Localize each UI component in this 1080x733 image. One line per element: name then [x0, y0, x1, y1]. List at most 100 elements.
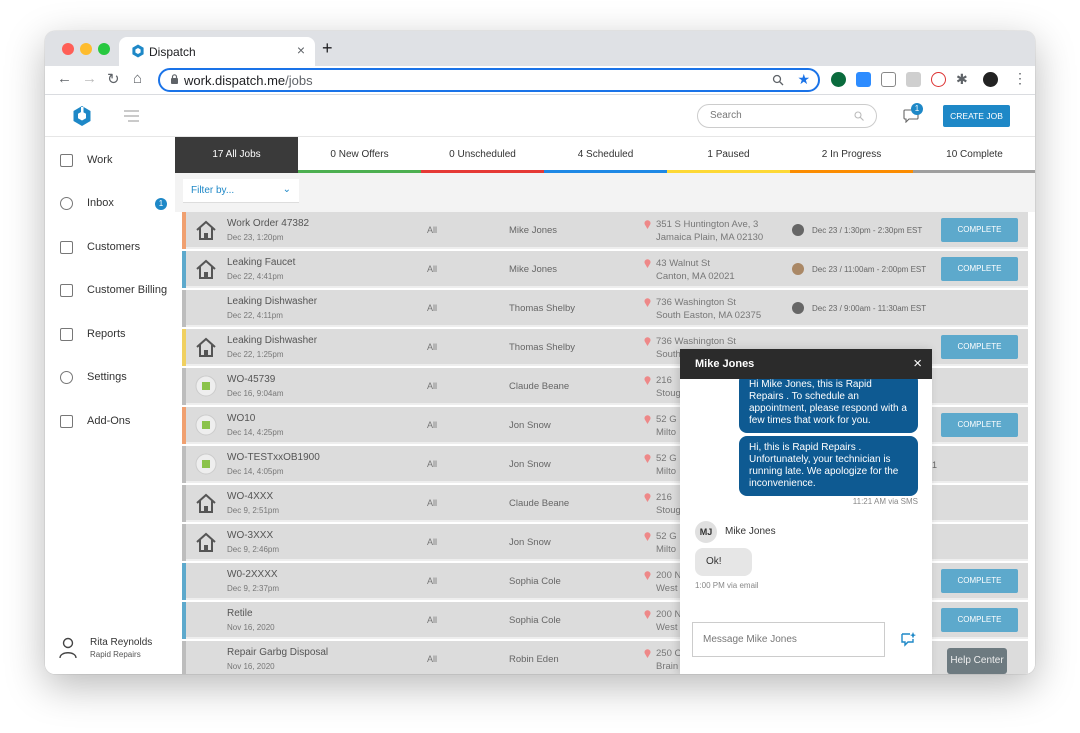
job-technician: Jon Snow [509, 459, 551, 470]
message-placeholder: Message Mike Jones [703, 634, 797, 645]
job-address-line2: Milto [656, 544, 677, 555]
job-schedule: 1 [932, 460, 938, 470]
create-job-button[interactable]: CREATE JOB [943, 105, 1010, 127]
job-scope: All [427, 654, 438, 664]
job-row[interactable]: Work Order 47382 Dec 23, 1:20pm All Mike… [182, 212, 1028, 249]
complete-button[interactable]: COMPLETE [941, 335, 1018, 359]
sidebar: Work Inbox 1 Customers Customer Billing … [45, 137, 175, 674]
job-address-line2: Stoug [656, 388, 681, 399]
job-date: Dec 9, 2:37pm [227, 584, 280, 593]
sidebar-item-customer-billing[interactable]: Customer Billing [45, 276, 175, 306]
chevron-down-icon: ⌄ [282, 184, 291, 195]
reload-icon[interactable]: ↻ [107, 70, 120, 88]
user-avatar-icon [59, 637, 77, 659]
contact-name: Mike Jones [725, 526, 776, 537]
tab-complete[interactable]: 10 Complete [913, 137, 1035, 173]
job-title: Repair Garbg Disposal [227, 647, 329, 658]
tab-scheduled[interactable]: 4 Scheduled [544, 137, 667, 173]
job-technician: Claude Beane [509, 381, 570, 392]
forward-icon[interactable]: → [82, 70, 97, 87]
job-title: Leaking Dishwasher [227, 296, 318, 307]
menu-collapse-icon[interactable] [124, 110, 139, 122]
minimize-window-icon[interactable] [80, 43, 92, 55]
browser-menu-icon[interactable]: ⋮ [1013, 70, 1027, 87]
close-window-icon[interactable] [62, 43, 74, 55]
send-message-icon[interactable] [900, 632, 916, 647]
filter-dropdown[interactable]: Filter by... ⌄ [183, 179, 299, 203]
complete-button[interactable]: COMPLETE [941, 608, 1018, 632]
job-date: Dec 22, 4:41pm [227, 272, 284, 281]
complete-button[interactable]: COMPLETE [941, 413, 1018, 437]
bookmark-star-icon[interactable]: ★ [797, 71, 810, 88]
job-row[interactable]: Leaking Faucet Dec 22, 4:41pm All Mike J… [182, 251, 1028, 288]
filter-label: Filter by... [191, 185, 235, 196]
house-icon [196, 493, 216, 513]
job-address-line1: 216 [656, 375, 672, 386]
job-title: Leaking Dishwasher [227, 335, 318, 346]
complete-button[interactable]: COMPLETE [941, 257, 1018, 281]
tab-unscheduled[interactable]: 0 Unscheduled [421, 137, 544, 173]
sidebar-item-customers[interactable]: Customers [45, 233, 175, 263]
browser-window: Dispatch × + ← → ↻ ⌂ work.dispatch.me/jo… [45, 31, 1035, 674]
help-center-button[interactable]: Help Center [947, 648, 1007, 674]
complete-button[interactable]: COMPLETE [941, 569, 1018, 593]
extension-arrows-icon[interactable] [931, 72, 946, 87]
job-address-line1: 43 Walnut St [656, 258, 711, 269]
tab-close-icon[interactable]: × [297, 42, 305, 58]
sidebar-item-work[interactable]: Work [45, 146, 175, 176]
status-stripe [182, 212, 186, 249]
sidebar-item-label: Settings [87, 371, 127, 383]
job-date: Dec 22, 1:25pm [227, 350, 284, 359]
job-address-line2: West [656, 583, 678, 594]
sidebar-item-add-ons[interactable]: Add-Ons [45, 407, 175, 437]
extension-calendar-icon[interactable] [881, 72, 896, 87]
job-date: Dec 16, 9:04am [227, 389, 284, 398]
user-profile[interactable]: Rita Reynolds Rapid Repairs [45, 634, 175, 674]
maximize-window-icon[interactable] [98, 43, 110, 55]
sidebar-item-label: Add-Ons [87, 415, 131, 427]
tab-in-progress[interactable]: 2 In Progress [790, 137, 913, 173]
job-scope: All [427, 264, 438, 274]
zoom-icon[interactable] [772, 74, 784, 86]
message-input[interactable]: Message Mike Jones [692, 622, 885, 657]
complete-button[interactable]: COMPLETE [941, 218, 1018, 242]
incoming-message: Ok! [695, 548, 752, 576]
profile-avatar-icon[interactable] [983, 72, 998, 87]
browser-tab[interactable]: Dispatch × [119, 37, 315, 66]
job-technician: Mike Jones [509, 225, 558, 236]
location-pin-icon [644, 649, 651, 658]
tab-all-jobs[interactable]: 17 All Jobs [175, 137, 298, 173]
job-date: Dec 14, 4:25pm [227, 428, 284, 437]
tab-new-offers[interactable]: 0 New Offers [298, 137, 421, 173]
home-icon[interactable]: ⌂ [133, 70, 142, 87]
job-scope: All [427, 498, 438, 508]
job-title: WO-3XXX [227, 530, 274, 541]
user-name: Rita Reynolds [90, 637, 153, 648]
extension-k-icon[interactable] [906, 72, 921, 87]
close-chat-icon[interactable]: × [913, 355, 922, 372]
sidebar-item-settings[interactable]: Settings [45, 363, 175, 393]
job-technician: Jon Snow [509, 420, 551, 431]
job-date: Dec 23, 1:20pm [227, 233, 284, 242]
job-technician: Robin Eden [509, 654, 559, 665]
technician-avatar [792, 263, 804, 275]
sidebar-item-reports[interactable]: Reports [45, 320, 175, 350]
tab-paused[interactable]: 1 Paused [667, 137, 790, 173]
job-row[interactable]: Leaking Dishwasher Dec 22, 4:11pm All Th… [182, 290, 1028, 327]
sidebar-item-inbox[interactable]: Inbox 1 [45, 189, 175, 219]
address-bar[interactable]: work.dispatch.me/jobs ★ [158, 68, 820, 92]
dispatch-logo-icon[interactable] [72, 105, 92, 127]
extensions-puzzle-icon[interactable]: ✱ [956, 71, 968, 88]
technician-avatar [792, 224, 804, 236]
outgoing-message: Hi, this is Rapid Repairs . Unfortunatel… [739, 436, 918, 496]
back-icon[interactable]: ← [57, 70, 72, 87]
job-address-line1: 200 N [656, 609, 682, 620]
zoom-extension-icon[interactable] [856, 72, 871, 87]
extension-shield-icon[interactable] [831, 72, 846, 87]
search-input[interactable]: Search [697, 104, 877, 128]
url-text: work.dispatch.me/jobs [184, 73, 313, 88]
new-tab-button[interactable]: + [322, 38, 333, 59]
store-icon [60, 415, 73, 428]
status-stripe [182, 368, 186, 405]
chat-messages[interactable]: Hi Mike Jones, this is Rapid Repairs . T… [680, 379, 932, 619]
